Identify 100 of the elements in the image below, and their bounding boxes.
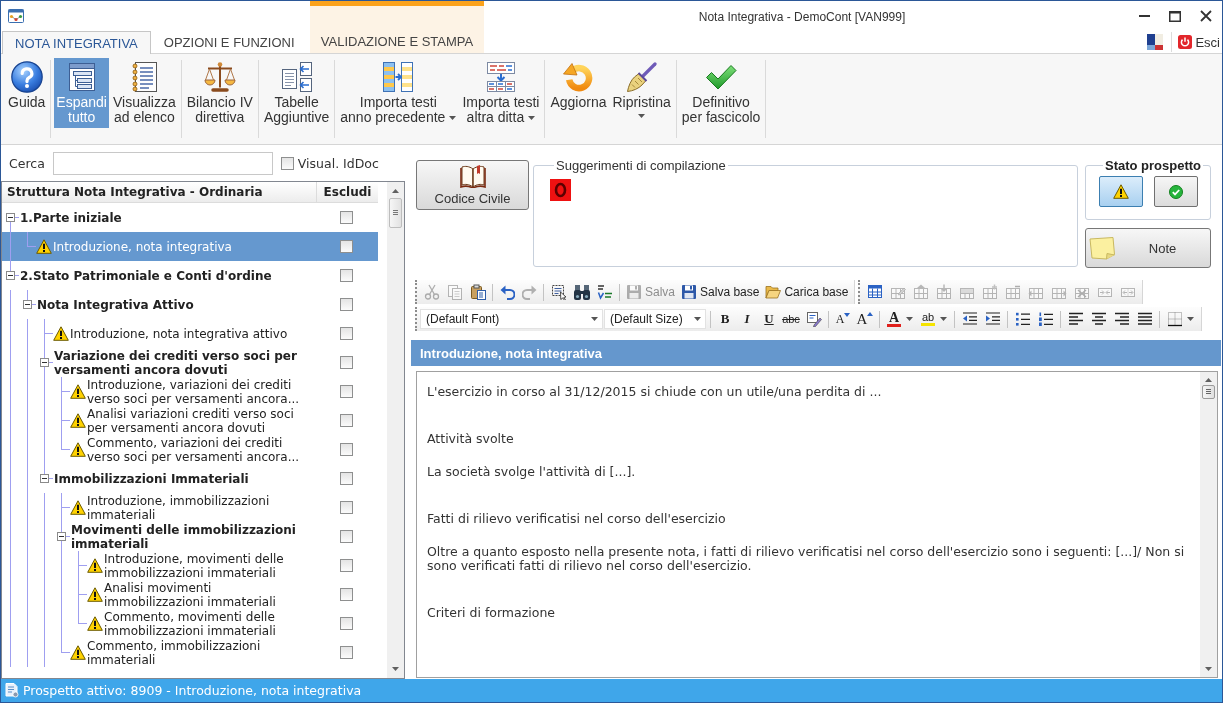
tree-item[interactable]: Nota Integrativa Attivo <box>2 290 378 319</box>
caret-icon[interactable] <box>1187 317 1194 321</box>
checkbox[interactable] <box>340 559 353 572</box>
indent-icon[interactable] <box>984 312 1001 326</box>
flag-icon[interactable] <box>1147 34 1164 50</box>
tree-item[interactable]: Movimenti delle immobilizzazioni immateriali <box>2 522 378 551</box>
tree-item[interactable]: Commento, variazioni dei crediti verso soci per versamenti ancora... <box>2 435 378 464</box>
codice-civile-button[interactable]: Codice Civile <box>416 160 529 210</box>
scrollbar-thumb[interactable] <box>389 198 402 228</box>
tree-item[interactable]: Introduzione, variazioni dei crediti verso soci per versamenti ancora... <box>2 377 378 406</box>
load-button[interactable]: Carica base <box>762 281 852 303</box>
refresh-button[interactable]: Aggiorna <box>548 58 609 127</box>
tree-item[interactable]: Commento, immobilizzazioni immateriali <box>2 638 378 667</box>
note-button[interactable]: Note <box>1085 228 1211 268</box>
balance-button[interactable]: Bilancio IV direttiva <box>184 58 255 128</box>
outdent-icon[interactable] <box>961 312 978 326</box>
selection-icon[interactable] <box>550 284 567 300</box>
minus-box-icon[interactable] <box>5 271 15 280</box>
checkbox[interactable] <box>340 356 353 369</box>
search-field[interactable] <box>52 151 273 175</box>
checkbox[interactable] <box>340 472 353 485</box>
text-editor[interactable] <box>416 371 1218 678</box>
font-dropdown[interactable]: (Default Font) <box>420 309 603 329</box>
proofing-icon[interactable] <box>805 311 822 327</box>
italic-button[interactable]: I <box>736 308 758 330</box>
checkbox[interactable] <box>280 156 294 170</box>
checkbox[interactable] <box>340 327 353 340</box>
maximize-icon[interactable] <box>1169 10 1181 22</box>
tables-button[interactable]: Tabelle Aggiuntive <box>261 58 332 128</box>
scrollbar-thumb[interactable] <box>1202 385 1215 399</box>
close-icon[interactable] <box>1200 10 1212 22</box>
status-button[interactable] <box>1099 176 1143 207</box>
import-previous-button[interactable]: Importa testi anno precedente <box>338 58 459 128</box>
minus-box-icon[interactable] <box>5 213 15 222</box>
ribbon-tab[interactable]: VALIDAZIONE E STAMPA <box>310 1 484 53</box>
tree-item[interactable]: Introduzione, immobilizzazioni immateriali <box>2 493 378 522</box>
status-button[interactable] <box>1154 176 1198 207</box>
scroll-down-icon[interactable] <box>392 667 399 671</box>
tree-item[interactable]: Variazione dei crediti verso soci per versamenti ancora dovuti <box>2 348 378 377</box>
exit-button[interactable]: Esci <box>1178 34 1220 50</box>
list-view-button[interactable]: Visualizza ad elenco <box>110 58 178 128</box>
justify-icon[interactable] <box>1136 312 1153 326</box>
checkbox[interactable] <box>340 211 353 224</box>
scroll-up-icon[interactable] <box>1205 378 1212 382</box>
tree-item[interactable]: Introduzione, nota integrativa attivo <box>2 319 378 348</box>
scroll-up-icon[interactable] <box>392 189 399 193</box>
minus-box-icon[interactable] <box>22 300 32 309</box>
minus-box-icon[interactable] <box>39 474 49 483</box>
clipboard-icon[interactable] <box>469 284 486 300</box>
strikethrough-button[interactable]: abc <box>780 308 802 330</box>
checkbox[interactable] <box>340 588 353 601</box>
caret-icon[interactable] <box>940 317 947 321</box>
tree-item[interactable]: Analisi variazioni crediti verso soci per versamenti ancora dovuti <box>2 406 378 435</box>
tree-item[interactable]: Introduzione, movimenti delle immobilizzazioni immateriali <box>2 551 378 580</box>
grow-font-button[interactable]: A <box>854 308 876 330</box>
caret-icon[interactable] <box>906 317 913 321</box>
scroll-down-icon[interactable] <box>1205 667 1212 671</box>
table-icon[interactable] <box>866 285 883 299</box>
tree-item[interactable]: Analisi movimenti immobilizzazioni immateriali <box>2 580 378 609</box>
bullet-list-icon[interactable] <box>1014 312 1031 326</box>
notebook-icon <box>131 62 157 92</box>
ribbon-tab[interactable]: OPZIONI E FUNZIONI <box>150 31 308 53</box>
scrollbar[interactable] <box>387 182 404 678</box>
checkbox[interactable] <box>340 617 353 630</box>
tree-item[interactable]: 1.Parte iniziale <box>2 203 378 232</box>
underline-button[interactable]: U <box>758 308 780 330</box>
checkbox[interactable] <box>340 530 353 543</box>
scrollbar[interactable] <box>1200 372 1217 677</box>
tree-item[interactable]: Immobilizzazioni Immateriali <box>2 464 378 493</box>
tree-item[interactable]: 2.Stato Patrimoniale e Conti d'ordine <box>2 261 378 290</box>
bold-button[interactable]: B <box>714 308 736 330</box>
reset-button[interactable]: Ripristina <box>610 58 673 127</box>
borders-icon[interactable] <box>1166 311 1183 327</box>
checkbox[interactable] <box>340 501 353 514</box>
checkbox[interactable] <box>340 646 353 659</box>
checkbox[interactable] <box>340 443 353 456</box>
font-color-button[interactable]: A <box>883 308 905 330</box>
numbered-list-icon[interactable] <box>1037 312 1054 326</box>
checkbox[interactable] <box>340 414 353 427</box>
checkbox[interactable] <box>340 240 353 253</box>
minus-box-icon[interactable] <box>56 532 66 541</box>
spellcheck-icon[interactable] <box>596 284 613 300</box>
final-button[interactable]: Definitivo per fascicolo <box>679 58 763 128</box>
tree-item[interactable]: Commento, movimenti delle immobilizzazioni immateriali <box>2 609 378 638</box>
align-right-icon[interactable] <box>1113 312 1130 326</box>
checkbox[interactable] <box>340 385 353 398</box>
undo-icon[interactable] <box>499 284 515 300</box>
import-other-button[interactable]: Importa testi altra ditta <box>460 58 542 128</box>
minus-box-icon[interactable] <box>39 358 49 367</box>
checkbox[interactable] <box>340 269 353 282</box>
align-left-icon[interactable] <box>1067 312 1084 326</box>
shrink-font-button[interactable]: A <box>832 308 854 330</box>
binoculars-icon[interactable] <box>573 284 590 300</box>
help-button[interactable]: Guida <box>6 58 48 127</box>
checkbox[interactable] <box>340 298 353 311</box>
align-center-icon[interactable] <box>1090 312 1107 326</box>
ribbon-tab[interactable]: NOTA INTEGRATIVA <box>2 31 151 54</box>
highlight-button[interactable]: ab <box>917 308 939 330</box>
size-dropdown[interactable]: (Default Size) <box>604 309 706 329</box>
save-button[interactable]: Salva base <box>678 281 763 303</box>
